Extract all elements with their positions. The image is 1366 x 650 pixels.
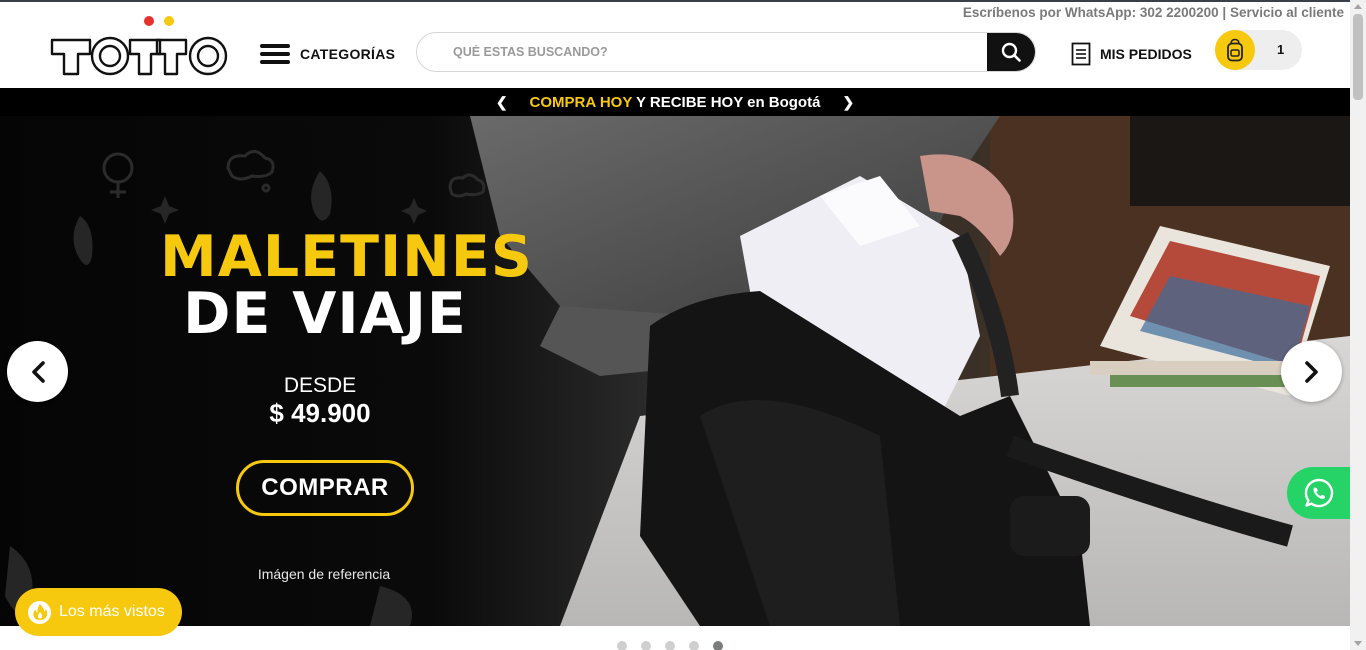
- hero-from-label: DESDE: [283, 374, 357, 397]
- search-input[interactable]: [417, 33, 987, 71]
- hamburger-icon: [260, 44, 290, 64]
- contact-info[interactable]: Escríbenos por WhatsApp: 302 2200200 | S…: [963, 5, 1344, 20]
- search-button[interactable]: [987, 33, 1035, 71]
- promo-highlight: COMPRA HOY: [529, 93, 633, 111]
- carousel-next-button[interactable]: [1281, 341, 1342, 402]
- page: Escríbenos por WhatsApp: 302 2200200 | S…: [0, 0, 1366, 650]
- my-orders-link[interactable]: MIS PEDIDOS: [1071, 42, 1192, 66]
- scrollbar-thumb[interactable]: [1353, 14, 1363, 100]
- cart-count: 1: [1277, 42, 1285, 57]
- scrollbar[interactable]: [1350, 0, 1366, 650]
- promo-prev-chevron-left-icon[interactable]: ❮: [492, 94, 512, 111]
- carousel-dot[interactable]: [665, 641, 675, 650]
- hero-price: $ 49.900: [269, 398, 371, 428]
- buy-button[interactable]: COMPRAR: [236, 460, 414, 516]
- orders-icon: [1071, 42, 1091, 66]
- top-border: [0, 0, 1350, 2]
- categories-label: CATEGORÍAS: [300, 46, 396, 62]
- chevron-left-icon: [31, 360, 45, 383]
- search-icon: [1001, 42, 1021, 62]
- categories-menu-button[interactable]: CATEGORÍAS: [260, 44, 395, 64]
- backpack-icon: [1215, 30, 1255, 70]
- carousel-dot[interactable]: [617, 641, 627, 650]
- carousel-dot[interactable]: [713, 641, 723, 650]
- search-bar: [416, 32, 1036, 72]
- promo-bar: ❮ COMPRA HOY Y RECIBE HOY en Bogotá ❯: [0, 88, 1350, 116]
- promo-rest: Y RECIBE HOY en Bogotá: [632, 93, 821, 111]
- carousel-dot[interactable]: [689, 641, 699, 650]
- most-viewed-label: Los más vistos: [59, 603, 165, 620]
- whatsapp-icon: [1304, 478, 1333, 508]
- promo-text[interactable]: COMPRA HOY Y RECIBE HOY en Bogotá: [530, 94, 821, 111]
- chevron-right-icon: [1304, 360, 1318, 383]
- hero-image: [0, 116, 1350, 626]
- scroll-up-arrow-icon[interactable]: [1354, 4, 1362, 9]
- totto-logo[interactable]: [50, 14, 232, 78]
- my-orders-label: MIS PEDIDOS: [1100, 46, 1192, 62]
- reference-image-note: Imágen de referencia: [257, 566, 391, 582]
- carousel-prev-button[interactable]: [7, 341, 68, 402]
- promo-next-chevron-right-icon[interactable]: ❯: [838, 94, 858, 111]
- most-viewed-button[interactable]: Los más vistos: [15, 588, 182, 636]
- carousel-dot[interactable]: [641, 641, 651, 650]
- carousel-dots: [617, 641, 723, 650]
- scroll-down-arrow-icon[interactable]: [1354, 641, 1362, 646]
- hero-banner[interactable]: MALETINES DE VIAJE DESDE $ 49.900 COMPRA…: [0, 116, 1350, 626]
- hero-title-line2: DE VIAJE: [183, 281, 467, 347]
- cart-button[interactable]: 1: [1215, 30, 1302, 70]
- flame-icon: [28, 600, 51, 624]
- whatsapp-button[interactable]: [1287, 467, 1350, 519]
